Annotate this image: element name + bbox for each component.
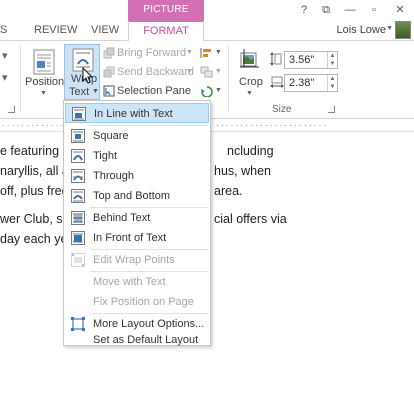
ribbon-display-options-button[interactable]: ⧉: [318, 2, 334, 18]
tab-review[interactable]: REVIEW: [34, 24, 77, 36]
menu-item-label: Top and Bottom: [93, 190, 171, 202]
layout-options-icon: [71, 317, 85, 331]
wrap-text-label-line2: Text: [69, 86, 90, 98]
ribbon-divider: [228, 45, 229, 113]
menu-item-set-as-default-layout[interactable]: Set as Default Layout: [65, 334, 209, 346]
user-menu-chevron-icon[interactable]: ▼: [386, 25, 393, 32]
menu-item-label: Move with Text: [93, 276, 166, 288]
position-dropdown-chevron-icon[interactable]: ▼: [40, 90, 47, 97]
align-chevron-icon[interactable]: ▼: [215, 49, 222, 56]
wrap-text-dropdown-chevron-icon: ▼: [92, 88, 99, 95]
behind-text-icon: [71, 211, 85, 225]
align-icon[interactable]: [200, 47, 214, 59]
document-text-line: ncluding: [227, 144, 274, 158]
menu-item-label: Edit Wrap Points: [93, 254, 175, 266]
partial-ribbon-dropdown-icon[interactable]: ▾: [2, 71, 8, 84]
menu-item-label: Through: [93, 170, 134, 182]
user-name[interactable]: Lois Lowe: [336, 24, 386, 36]
menu-item-more-layout-options[interactable]: More Layout Options...: [65, 314, 209, 334]
tight-wrap-icon: [71, 149, 85, 163]
mouse-pointer-icon: [82, 67, 94, 84]
send-backward-icon: [103, 66, 115, 78]
document-text-line: hus, when: [214, 164, 271, 178]
height-spinner-arrows-icon[interactable]: ▲ ▼: [327, 52, 337, 68]
document-text-line: wer Club, si: [0, 212, 66, 226]
picture-tools-context-label: PICTURE TOOLS: [128, 0, 204, 35]
shape-width-value: 2.38": [289, 77, 315, 89]
ruler-ticks: · · · · · · · · · · · · · · · · · · · · …: [216, 121, 327, 130]
top-bottom-wrap-icon: [71, 189, 85, 203]
ribbon-divider: [20, 45, 21, 113]
menu-item-through[interactable]: Through: [65, 166, 209, 186]
avatar[interactable]: [395, 21, 411, 39]
group-chevron-icon[interactable]: ▼: [215, 68, 222, 75]
selection-pane-button[interactable]: Selection Pane: [117, 85, 191, 97]
rotate-chevron-icon[interactable]: ▼: [215, 87, 222, 94]
width-spinner-arrows-icon[interactable]: ▲ ▼: [327, 75, 337, 91]
menu-item-top-and-bottom[interactable]: Top and Bottom: [65, 186, 209, 206]
crop-icon[interactable]: [238, 47, 262, 71]
bring-forward-icon: [103, 47, 115, 59]
shape-height-value: 3.56": [289, 54, 315, 66]
shape-width-input[interactable]: 2.38" ▲ ▼: [284, 74, 338, 92]
document-text-line: area.: [214, 184, 243, 198]
document-text-line: cial offers via: [214, 212, 287, 226]
ruler-ticks: · · · · · · · · · · · · · ·: [2, 121, 69, 130]
tab-partial-left[interactable]: S: [0, 24, 7, 36]
wrap-text-menu: In Line with Text Square Tight Through T…: [63, 100, 211, 346]
menu-item-in-front-of-text[interactable]: In Front of Text: [65, 228, 209, 248]
document-text-line: naryllis, all a: [0, 164, 69, 178]
size-dialog-launcher-icon[interactable]: [328, 106, 335, 113]
bring-forward-label[interactable]: Bring Forward: [117, 47, 186, 59]
menu-item-edit-wrap-points: Edit Wrap Points: [65, 250, 209, 270]
help-button[interactable]: ?: [296, 2, 312, 18]
size-group-label: Size: [272, 104, 292, 115]
tab-format[interactable]: FORMAT: [128, 20, 204, 42]
shape-height-icon: [270, 52, 282, 66]
shape-height-input[interactable]: 3.56" ▲ ▼: [284, 51, 338, 69]
close-button[interactable]: ✕: [392, 2, 408, 18]
tab-view[interactable]: VIEW: [91, 24, 119, 36]
group-objects-icon[interactable]: [200, 66, 214, 78]
rotate-icon[interactable]: [200, 85, 214, 97]
document-text-line: e featuring: [0, 144, 60, 158]
menu-item-square[interactable]: Square: [65, 126, 209, 146]
menu-item-label: More Layout Options...: [93, 318, 205, 330]
menu-item-label: Behind Text: [93, 212, 151, 224]
bring-forward-chevron-icon[interactable]: ▼: [186, 49, 193, 56]
menu-item-label: Tight: [93, 150, 118, 162]
ribbon-tab-row: S REVIEW VIEW FORMAT Lois Lowe ▼: [0, 20, 414, 42]
position-icon[interactable]: [33, 49, 55, 75]
menu-item-label: In Front of Text: [93, 232, 167, 244]
inline-icon: [72, 107, 86, 121]
selection-pane-icon: [103, 85, 115, 97]
menu-item-label: In Line with Text: [94, 108, 173, 120]
send-backward-chevron-icon[interactable]: ▼: [186, 68, 193, 75]
position-button-label[interactable]: Position: [25, 76, 64, 88]
menu-item-move-with-text: Move with Text: [65, 272, 209, 292]
menu-item-tight[interactable]: Tight: [65, 146, 209, 166]
menu-item-label: Square: [93, 130, 129, 142]
menu-item-label: Set as Default Layout: [93, 334, 199, 346]
menu-item-behind-text[interactable]: Behind Text: [65, 208, 209, 228]
front-of-text-icon: [71, 231, 85, 245]
shape-width-icon: [270, 76, 284, 88]
menu-item-label: Fix Position on Page: [93, 296, 194, 308]
send-backward-label[interactable]: Send Backward: [117, 66, 194, 78]
crop-dropdown-chevron-icon[interactable]: ▼: [246, 90, 253, 97]
minimize-button[interactable]: —: [342, 2, 358, 18]
menu-item-in-line-with-text[interactable]: In Line with Text: [65, 103, 209, 123]
document-text-line: off, plus free: [0, 184, 69, 198]
partial-ribbon-dropdown-icon[interactable]: ▾: [2, 49, 8, 62]
title-bar: PICTURE TOOLS ? ⧉ — ▫ ✕: [0, 0, 414, 35]
through-wrap-icon: [71, 169, 85, 183]
edit-wrap-points-icon: [71, 253, 85, 267]
square-wrap-icon: [71, 129, 85, 143]
menu-item-fix-position-on-page: Fix Position on Page: [65, 292, 209, 312]
dialog-launcher-icon[interactable]: [8, 106, 15, 113]
maximize-button[interactable]: ▫: [366, 2, 382, 18]
crop-button-label[interactable]: Crop: [239, 76, 263, 88]
